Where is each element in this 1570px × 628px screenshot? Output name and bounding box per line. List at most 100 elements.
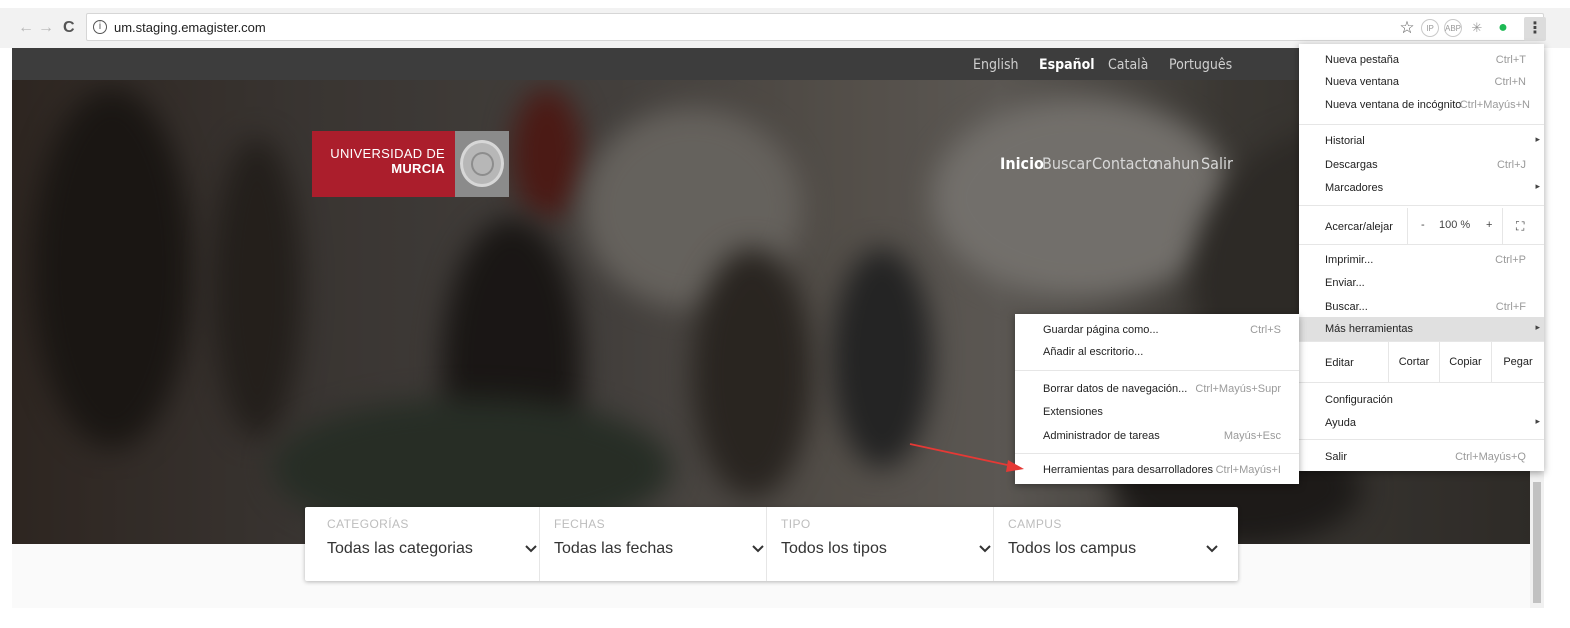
- search-filters: CATEGORÍAS Todas las categorias FECHAS T…: [305, 507, 1238, 581]
- zoom-level: 100 %: [1439, 219, 1471, 231]
- university-logo[interactable]: UNIVERSIDAD DE MURCIA: [312, 131, 509, 197]
- adblock-extension-icon[interactable]: ABP: [1444, 19, 1462, 37]
- filter-value[interactable]: Todas las categorias: [327, 540, 473, 558]
- menu-shortcut: Ctrl+S: [1250, 324, 1281, 336]
- browser-toolbar: ← → C i um.staging.emagister.com ☆ IP AB…: [0, 8, 1570, 48]
- menu-bookmarks[interactable]: Marcadores ▸: [1299, 176, 1544, 200]
- submenu-task-manager[interactable]: Administrador de tareas Mayús+Esc: [1015, 424, 1299, 448]
- filter-label: TIPO: [781, 517, 811, 531]
- menu-label: Enviar...: [1325, 277, 1365, 289]
- menu-label: Nueva ventana de incógnito: [1325, 99, 1462, 111]
- menu-shortcut: Ctrl+J: [1496, 159, 1526, 171]
- menu-shortcut: Mayús+Esc: [1223, 430, 1281, 442]
- menu-label: Imprimir...: [1325, 254, 1374, 266]
- filter-label: CAMPUS: [1008, 517, 1062, 531]
- url-text[interactable]: um.staging.emagister.com: [114, 20, 266, 35]
- lang-spanish-link[interactable]: Español: [1039, 57, 1095, 73]
- address-bar[interactable]: i um.staging.emagister.com: [86, 13, 1544, 41]
- menu-history[interactable]: Historial ▸: [1299, 129, 1544, 153]
- submenu-extensions[interactable]: Extensiones: [1015, 400, 1299, 424]
- menu-label: Salir: [1325, 451, 1348, 463]
- filter-value[interactable]: Todas las fechas: [554, 540, 673, 558]
- chevron-down-icon[interactable]: [752, 543, 764, 555]
- chevron-down-icon[interactable]: [979, 543, 991, 555]
- extension-icon[interactable]: ✳: [1468, 19, 1486, 37]
- menu-exit[interactable]: Salir Ctrl+Mayús+Q: [1299, 445, 1544, 469]
- submenu-arrow-icon: ▸: [1535, 416, 1540, 426]
- zoom-in-button[interactable]: +: [1486, 219, 1492, 231]
- menu-help[interactable]: Ayuda ▸: [1299, 411, 1544, 435]
- fullscreen-box: ⛶: [1502, 208, 1544, 244]
- filter-campus[interactable]: CAMPUS Todos los campus: [994, 507, 1238, 581]
- ip-extension-icon[interactable]: IP: [1421, 19, 1439, 37]
- zoom-label: Acercar/alejar: [1325, 221, 1393, 233]
- menu-new-tab[interactable]: Nueva pestaña Ctrl+T: [1299, 48, 1544, 72]
- menu-label: Buscar...: [1325, 301, 1368, 313]
- fullscreen-icon[interactable]: ⛶: [1516, 219, 1524, 234]
- filter-value[interactable]: Todos los campus: [1008, 540, 1136, 558]
- more-tools-submenu: Guardar página como... Ctrl+S Añadir al …: [1015, 314, 1299, 484]
- chrome-menu-icon[interactable]: ⋮: [1524, 17, 1546, 41]
- bookmark-star-icon[interactable]: ☆: [1398, 19, 1416, 37]
- filter-categories[interactable]: CATEGORÍAS Todas las categorias: [305, 507, 540, 581]
- zoom-out-button[interactable]: -: [1421, 219, 1425, 231]
- nav-user-link[interactable]: nahun: [1154, 154, 1199, 173]
- menu-send[interactable]: Enviar...: [1299, 271, 1544, 295]
- menu-label: Herramientas para desarrolladores: [1043, 464, 1213, 476]
- screenshot-root: ← → C i um.staging.emagister.com ☆ IP AB…: [0, 0, 1570, 628]
- nav-inicio-link[interactable]: Inicio: [1000, 154, 1044, 173]
- back-icon[interactable]: ←: [18, 18, 34, 38]
- scroll-thumb[interactable]: [1533, 482, 1541, 603]
- filter-type[interactable]: TIPO Todos los tipos: [767, 507, 994, 581]
- nav-contacto-link[interactable]: Contacto: [1092, 154, 1157, 173]
- chevron-down-icon[interactable]: [525, 543, 537, 555]
- reload-icon[interactable]: C: [63, 18, 75, 38]
- menu-settings[interactable]: Configuración: [1299, 388, 1544, 412]
- logo-text-line2: MURCIA: [391, 161, 445, 176]
- menu-incognito[interactable]: Nueva ventana de incógnito Ctrl+Mayús+N: [1299, 93, 1544, 117]
- lang-catalan-link[interactable]: Català: [1108, 57, 1148, 73]
- filter-label: FECHAS: [554, 517, 606, 531]
- nav-buscar-link[interactable]: Buscar: [1042, 154, 1091, 173]
- menu-shortcut: Ctrl+Mayús+Supr: [1195, 383, 1281, 395]
- menu-label: Guardar página como...: [1043, 324, 1159, 336]
- nav-salir-link[interactable]: Salir: [1201, 154, 1233, 173]
- lang-english-link[interactable]: English: [973, 57, 1019, 73]
- menu-label: Añadir al escritorio...: [1043, 346, 1144, 358]
- menu-print[interactable]: Imprimir... Ctrl+P: [1299, 248, 1544, 272]
- forward-icon[interactable]: →: [38, 18, 54, 38]
- menu-label: Administrador de tareas: [1043, 430, 1160, 442]
- zoom-controls: - 100 % +: [1407, 208, 1502, 244]
- logo-text-line1: UNIVERSIDAD DE: [330, 146, 445, 161]
- info-icon[interactable]: i: [93, 20, 107, 34]
- filter-value[interactable]: Todos los tipos: [781, 540, 887, 558]
- filter-label: CATEGORÍAS: [327, 517, 409, 531]
- submenu-add-desktop[interactable]: Añadir al escritorio...: [1015, 340, 1299, 364]
- paste-button[interactable]: Pegar: [1491, 342, 1544, 382]
- menu-label: Historial: [1325, 135, 1365, 147]
- menu-new-window[interactable]: Nueva ventana Ctrl+N: [1299, 70, 1544, 94]
- menu-label: Nueva pestaña: [1325, 54, 1399, 66]
- cut-button[interactable]: Cortar: [1388, 342, 1439, 382]
- chevron-down-icon[interactable]: [1206, 543, 1218, 555]
- menu-shortcut: Ctrl+P: [1495, 254, 1526, 266]
- submenu-save-page[interactable]: Guardar página como... Ctrl+S: [1015, 318, 1299, 342]
- submenu-dev-tools[interactable]: Herramientas para desarrolladores Ctrl+M…: [1015, 458, 1299, 482]
- chrome-menu: Nueva pestaña Ctrl+T Nueva ventana Ctrl+…: [1299, 44, 1544, 471]
- menu-label: Configuración: [1325, 394, 1393, 406]
- menu-shortcut: Ctrl+F: [1495, 301, 1526, 313]
- submenu-arrow-icon: ▸: [1535, 134, 1540, 144]
- menu-label: Ayuda: [1325, 417, 1356, 429]
- copy-button[interactable]: Copiar: [1439, 342, 1491, 382]
- menu-find[interactable]: Buscar... Ctrl+F: [1299, 295, 1544, 319]
- menu-label: Extensiones: [1043, 406, 1103, 418]
- submenu-clear-data[interactable]: Borrar datos de navegación... Ctrl+Mayús…: [1015, 377, 1299, 401]
- menu-downloads[interactable]: Descargas Ctrl+J: [1299, 153, 1544, 177]
- menu-more-tools[interactable]: Más herramientas ▸: [1299, 317, 1544, 341]
- menu-label: Nueva ventana: [1325, 76, 1399, 88]
- lang-portuguese-link[interactable]: Português: [1169, 57, 1232, 73]
- green-extension-icon[interactable]: ●: [1494, 19, 1512, 37]
- menu-label: Marcadores: [1325, 182, 1384, 194]
- filter-dates[interactable]: FECHAS Todas las fechas: [540, 507, 767, 581]
- submenu-arrow-icon: ▸: [1535, 322, 1540, 332]
